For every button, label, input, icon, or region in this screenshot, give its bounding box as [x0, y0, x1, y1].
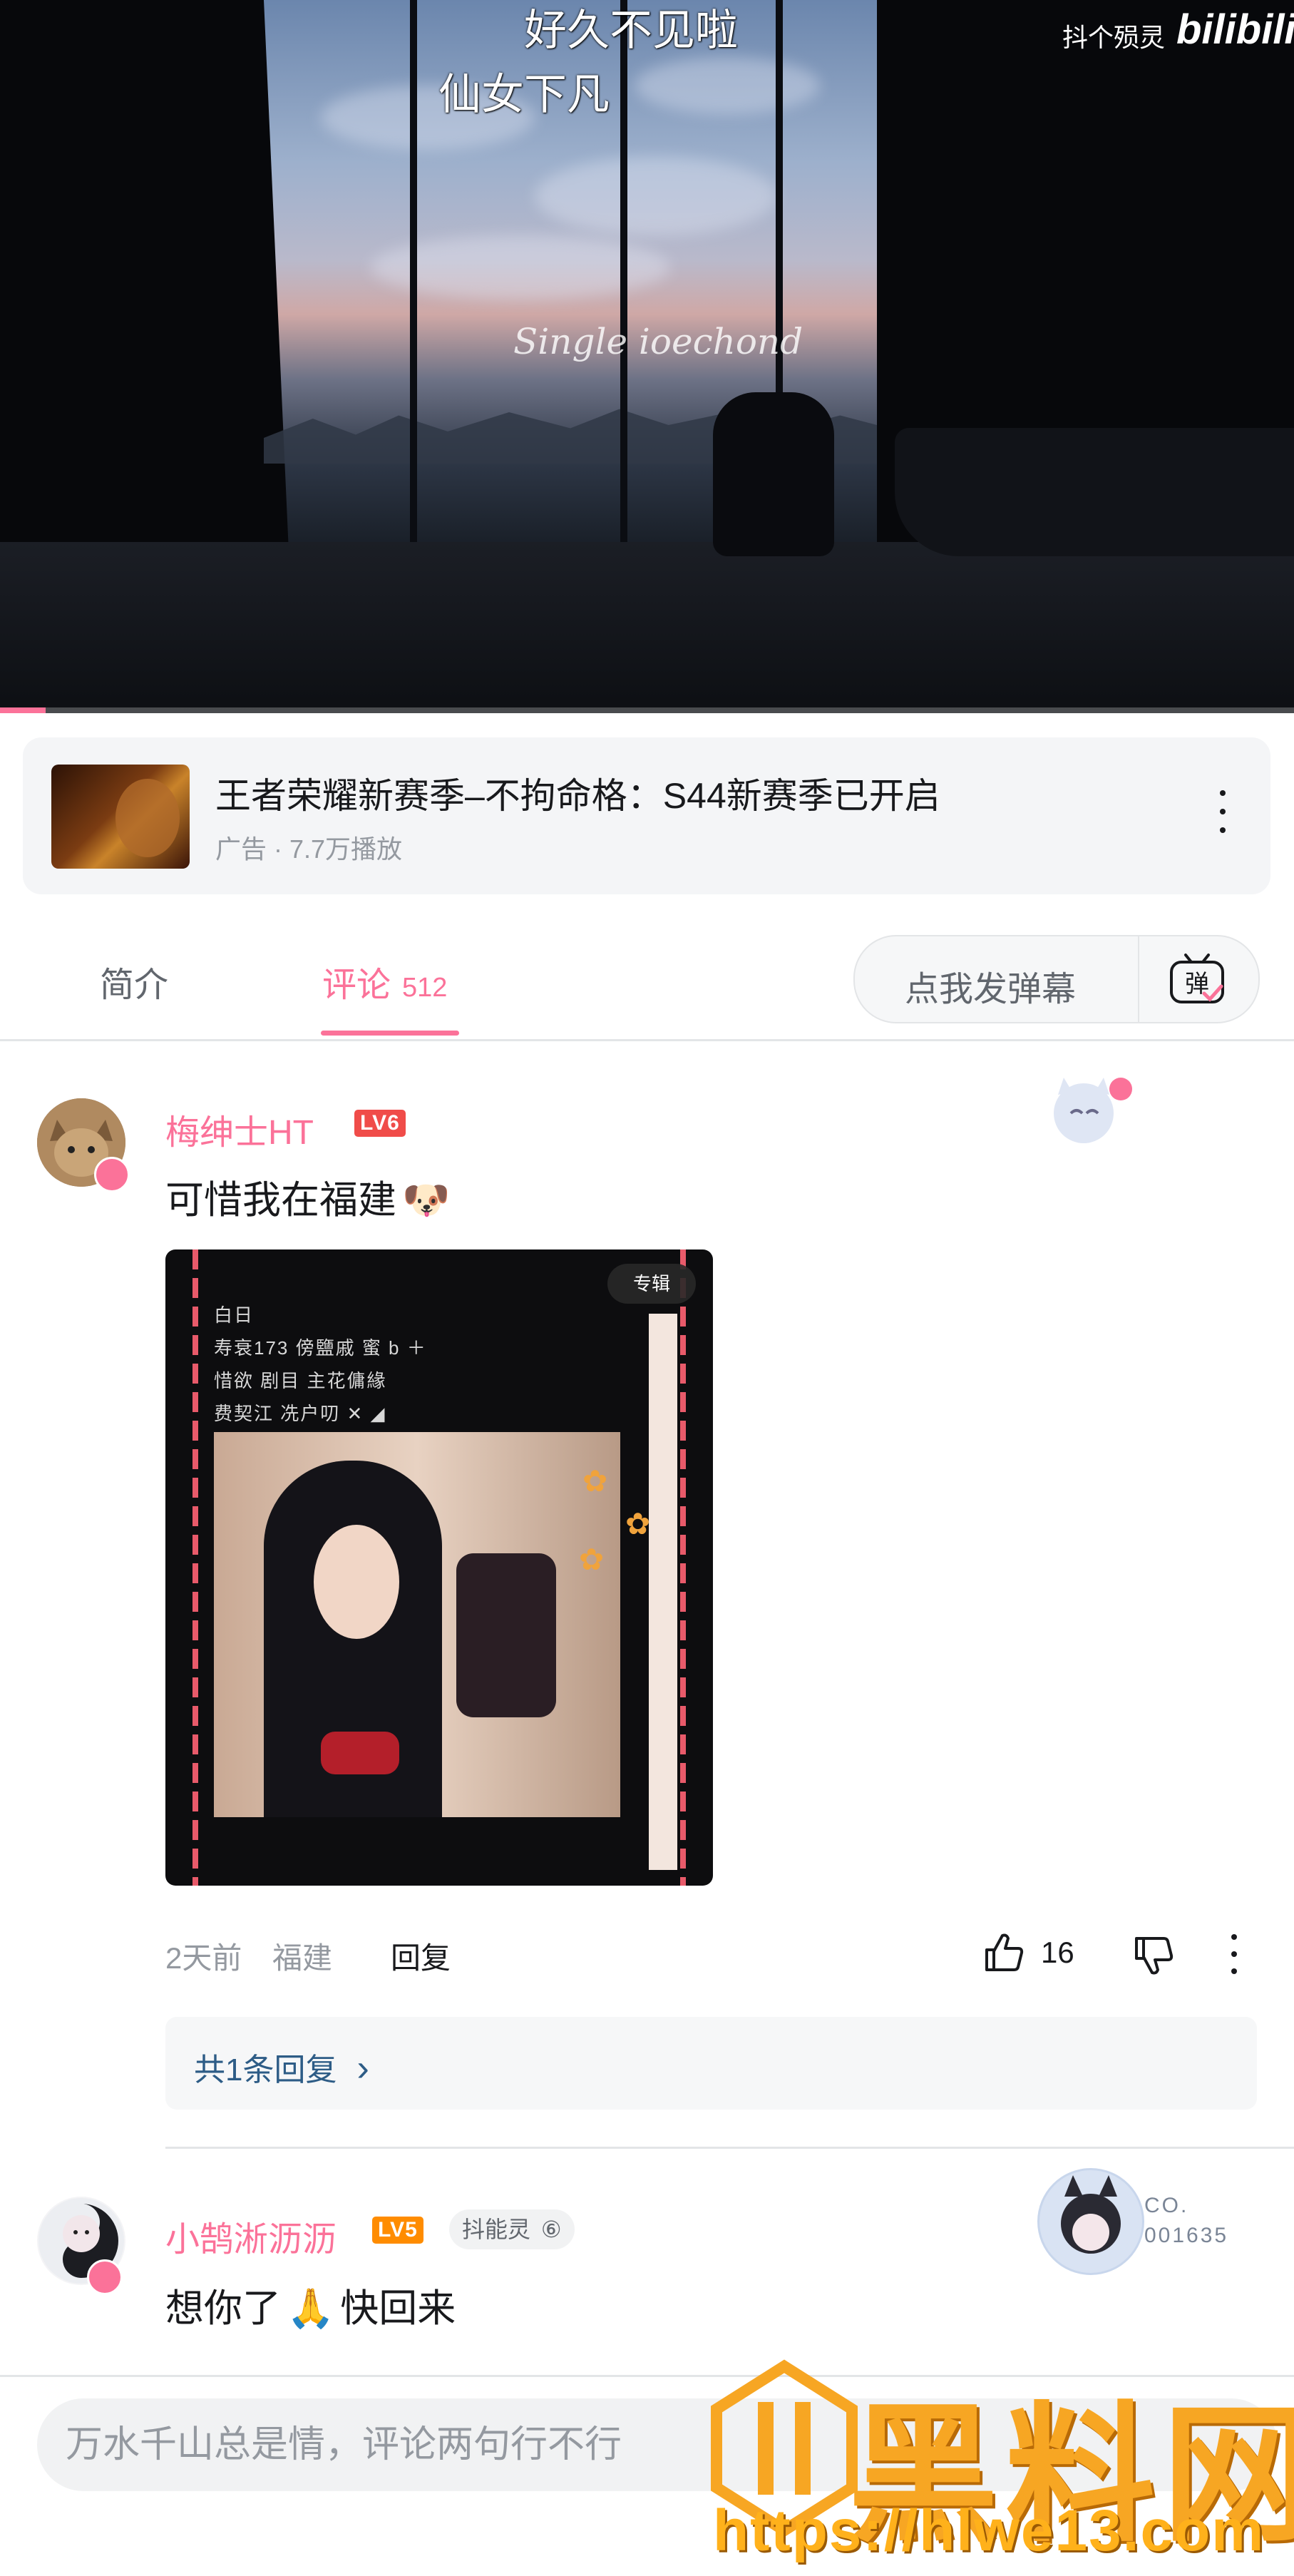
comment-count: 512 [402, 973, 448, 1003]
divider [165, 2147, 1294, 2149]
chevron-right-icon: › [356, 2048, 369, 2089]
tab-comments-label: 评论 [322, 966, 391, 1004]
image-photo [214, 1432, 620, 1817]
danmaku-comment: 仙女下凡 [438, 71, 610, 118]
comment-text-content: 可惜我在福建 [165, 1179, 396, 1222]
level-badge: LV6 [354, 1110, 406, 1137]
badge-label: CO. [1144, 2194, 1189, 2217]
video-silhouette [713, 392, 834, 556]
danmaku-send-label: 点我发弹幕 [905, 971, 1077, 1008]
ad-card[interactable]: 王者荣耀新赛季–不拘命格：S44新赛季已开启 广告 · 7.7万播放 [23, 737, 1270, 894]
danmaku-toggle-icon[interactable]: 弹 [1169, 952, 1226, 1006]
image-text-line: 寿衰173 傍鹽戚 蜜 b ＋ [214, 1337, 427, 1359]
tab-active-indicator [321, 1031, 459, 1036]
ad-meta: 广告 · 7.7万播放 [215, 834, 403, 864]
danmaku-send-button[interactable]: 点我发弹幕 弹 [853, 935, 1260, 1023]
image-text-line: 白日 [214, 1304, 255, 1326]
comment-username[interactable]: 梅绅士HT [165, 1104, 314, 1154]
comment-text: 可惜我在福建 🐶 [165, 1168, 450, 1225]
replies-summary-text: 共1条回复 [194, 2053, 337, 2087]
comment-text: 想你了 🙏 快回来 [165, 2276, 456, 2333]
tab-bar: 简介 评论 512 点我发弹幕 弹 [0, 918, 1294, 1041]
decoration-badge-icon [1037, 2168, 1144, 2275]
comment-location: 福建 [272, 1941, 333, 1975]
decoration-sticker-icon [1042, 1073, 1136, 1150]
dislike-icon[interactable] [1132, 1934, 1176, 1978]
dog-emoji-icon: 🐶 [402, 1179, 451, 1222]
praying-emoji-icon: 🙏 [287, 2287, 335, 2330]
image-text-line: 费契江 冼户叨 ✕ ◢ [214, 1403, 386, 1424]
like-count: 16 [1041, 1936, 1074, 1969]
flower-icon: ✿ [625, 1507, 651, 1540]
comment-image[interactable]: 专辑 白日 寿衰173 傍鹽戚 蜜 b ＋ 惜欲 剧目 主花傭緣 费契江 冼户叨… [165, 1249, 713, 1886]
vip-badge-icon [87, 2259, 123, 2295]
video-player[interactable]: 好久不见啦 仙女下凡 Single ioechond 抖个殒灵 bilibili [0, 0, 1294, 713]
more-vertical-icon[interactable] [1223, 1930, 1245, 1980]
video-floor [0, 542, 1294, 713]
ad-title[interactable]: 王者荣耀新赛季–不拘命格：S44新赛季已开启 [215, 767, 940, 819]
video-progress-fill [0, 707, 46, 713]
flower-icon: ✿ [582, 1464, 608, 1498]
video-progress-bar[interactable] [0, 707, 1294, 713]
vip-badge-icon [94, 1157, 130, 1192]
reply-button[interactable]: 回复 [391, 1934, 451, 1978]
like-icon[interactable] [982, 1930, 1027, 1974]
album-tag: 专辑 [607, 1264, 696, 1304]
image-text-line: 惜欲 剧目 主花傭緣 [214, 1370, 387, 1391]
replies-summary: 共1条回复 › [194, 2044, 369, 2090]
video-signature-watermark: Single ioechond [513, 321, 803, 362]
comment-username[interactable]: 小鹄淅沥沥 [165, 2211, 337, 2261]
level-badge: LV5 [372, 2217, 423, 2244]
comment-text-content: 想你了 [165, 2287, 281, 2330]
bilibili-logo: bilibili [1176, 6, 1294, 53]
more-vertical-icon[interactable] [1212, 787, 1233, 837]
comment-time: 2天前 [165, 1941, 242, 1975]
site-watermark-url: https://hlwe13.com [713, 2498, 1265, 2563]
danmaku-comment: 好久不见啦 [524, 6, 738, 54]
video-uploader-tag: 抖个殒灵 [1062, 23, 1166, 52]
tab-intro[interactable]: 简介 [100, 956, 168, 1006]
flower-icon: ✿ [579, 1543, 605, 1576]
fan-medal-name: 抖能灵 [462, 2217, 531, 2242]
tab-comments[interactable]: 评论 512 [322, 956, 447, 1006]
comment-text-content: 快回来 [340, 2287, 456, 2330]
video-bathtub [895, 428, 1294, 556]
ad-thumbnail[interactable] [51, 765, 190, 869]
badge-number: 001635 [1144, 2224, 1229, 2247]
view-replies-button[interactable]: 共1条回复 › [165, 2017, 1257, 2110]
fan-medal-level: ⑥ [540, 2217, 562, 2242]
divider [1138, 936, 1139, 1022]
fan-medal-tag: 抖能灵 ⑥ [449, 2209, 575, 2249]
